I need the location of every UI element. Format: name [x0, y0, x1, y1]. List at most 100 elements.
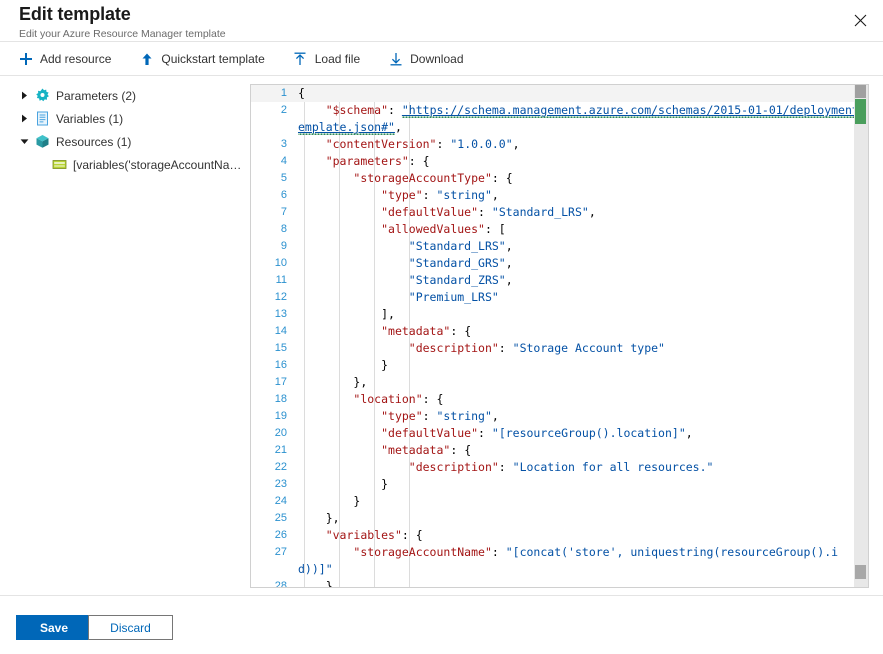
code-line[interactable]: 14 "metadata": {: [251, 323, 868, 340]
code-token: ],: [298, 307, 395, 321]
code-text[interactable]: "location": {: [295, 391, 868, 408]
code-lines[interactable]: 1{2 "$schema": "https://schema.managemen…: [251, 85, 868, 587]
sidebar-item-parameters[interactable]: Parameters (2): [0, 84, 248, 107]
code-line[interactable]: 8 "allowedValues": [: [251, 221, 868, 238]
quickstart-template-label: Quickstart template: [161, 52, 264, 66]
code-line[interactable]: 19 "type": "string",: [251, 408, 868, 425]
template-tree: Parameters (2) Variables (1): [0, 84, 248, 176]
code-text[interactable]: "$schema": "https://schema.management.az…: [295, 102, 868, 136]
code-line[interactable]: 3 "contentVersion": "1.0.0.0",: [251, 136, 868, 153]
code-text[interactable]: "Premium_LRS": [295, 289, 868, 306]
code-token: "location": [353, 392, 422, 406]
code-text[interactable]: }: [295, 578, 868, 587]
code-token: :: [499, 460, 513, 474]
code-line[interactable]: 18 "location": {: [251, 391, 868, 408]
code-text[interactable]: "Standard_GRS",: [295, 255, 868, 272]
sidebar-item-storage-account[interactable]: [variables('storageAccountNam...: [0, 153, 248, 176]
code-token: "[resourceGroup().location]": [492, 426, 686, 440]
code-token: [298, 273, 409, 287]
code-line[interactable]: 5 "storageAccountType": {: [251, 170, 868, 187]
code-line[interactable]: 10 "Standard_GRS",: [251, 255, 868, 272]
code-line[interactable]: 20 "defaultValue": "[resourceGroup().loc…: [251, 425, 868, 442]
editor-scrollbar-thumb[interactable]: [855, 85, 866, 98]
code-text[interactable]: "allowedValues": [: [295, 221, 868, 238]
quickstart-template-button[interactable]: Quickstart template: [139, 42, 274, 75]
discard-button[interactable]: Discard: [88, 615, 173, 640]
code-text[interactable]: "defaultValue": "Standard_LRS",: [295, 204, 868, 221]
chevron-right-icon[interactable]: [18, 89, 31, 102]
sidebar-item-resources[interactable]: Resources (1): [0, 130, 248, 153]
load-file-button[interactable]: Load file: [293, 42, 370, 75]
code-line[interactable]: 11 "Standard_ZRS",: [251, 272, 868, 289]
sidebar-item-variables[interactable]: Variables (1): [0, 107, 248, 130]
code-line[interactable]: 16 }: [251, 357, 868, 374]
line-number: 7: [251, 204, 295, 221]
chevron-down-icon[interactable]: [18, 135, 31, 148]
code-line[interactable]: 7 "defaultValue": "Standard_LRS",: [251, 204, 868, 221]
code-token: : {: [409, 154, 430, 168]
code-token: "allowedValues": [381, 222, 485, 236]
code-text[interactable]: }: [295, 357, 868, 374]
code-line[interactable]: 26 "variables": {: [251, 527, 868, 544]
code-token: "Premium_LRS": [409, 290, 499, 304]
code-line[interactable]: 2 "$schema": "https://schema.management.…: [251, 102, 868, 136]
line-number: 20: [251, 425, 295, 442]
code-text[interactable]: ],: [295, 306, 868, 323]
chevron-right-icon[interactable]: [18, 112, 31, 125]
code-text[interactable]: "metadata": {: [295, 442, 868, 459]
code-token: [298, 409, 381, 423]
add-resource-button[interactable]: Add resource: [18, 42, 121, 75]
editor-vertical-scrollbar[interactable]: [854, 85, 868, 587]
code-text[interactable]: "Standard_LRS",: [295, 238, 868, 255]
code-token: "Standard_ZRS": [409, 273, 506, 287]
download-button[interactable]: Download: [388, 42, 473, 75]
code-line[interactable]: 1{: [251, 85, 868, 102]
line-number: 1: [251, 85, 295, 102]
code-text[interactable]: "variables": {: [295, 527, 868, 544]
code-text[interactable]: "contentVersion": "1.0.0.0",: [295, 136, 868, 153]
code-line[interactable]: 24 }: [251, 493, 868, 510]
code-text[interactable]: "parameters": {: [295, 153, 868, 170]
code-line[interactable]: 12 "Premium_LRS": [251, 289, 868, 306]
code-text[interactable]: "description": "Storage Account type": [295, 340, 868, 357]
code-token: }: [298, 579, 333, 587]
code-text[interactable]: "storageAccountType": {: [295, 170, 868, 187]
code-text[interactable]: "storageAccountName": "[concat('store', …: [295, 544, 868, 578]
code-text[interactable]: },: [295, 374, 868, 391]
code-text[interactable]: "metadata": {: [295, 323, 868, 340]
code-text[interactable]: "type": "string",: [295, 187, 868, 204]
template-code-editor[interactable]: 1{2 "$schema": "https://schema.managemen…: [250, 84, 869, 588]
code-line[interactable]: 27 "storageAccountName": "[concat('store…: [251, 544, 868, 578]
code-line[interactable]: 17 },: [251, 374, 868, 391]
code-line[interactable]: 6 "type": "string",: [251, 187, 868, 204]
code-text[interactable]: "defaultValue": "[resourceGroup().locati…: [295, 425, 868, 442]
code-line[interactable]: 25 },: [251, 510, 868, 527]
code-token: :: [499, 341, 513, 355]
code-line[interactable]: 15 "description": "Storage Account type": [251, 340, 868, 357]
code-text[interactable]: "type": "string",: [295, 408, 868, 425]
code-token: : {: [450, 443, 471, 457]
code-text[interactable]: "description": "Location for all resourc…: [295, 459, 868, 476]
code-token: :: [388, 103, 402, 117]
code-line[interactable]: 23 }: [251, 476, 868, 493]
line-number: 21: [251, 442, 295, 459]
code-text[interactable]: {: [295, 85, 868, 102]
code-text[interactable]: }: [295, 476, 868, 493]
editor-content[interactable]: 1{2 "$schema": "https://schema.managemen…: [251, 85, 868, 587]
parameters-icon: [34, 88, 50, 104]
code-line[interactable]: 9 "Standard_LRS",: [251, 238, 868, 255]
code-token: "string": [437, 188, 492, 202]
code-line[interactable]: 28 }: [251, 578, 868, 587]
code-line[interactable]: 13 ],: [251, 306, 868, 323]
code-token: :: [478, 426, 492, 440]
code-line[interactable]: 22 "description": "Location for all reso…: [251, 459, 868, 476]
code-line[interactable]: 4 "parameters": {: [251, 153, 868, 170]
line-number: 25: [251, 510, 295, 527]
close-button[interactable]: [838, 0, 883, 41]
code-text[interactable]: },: [295, 510, 868, 527]
code-line[interactable]: 21 "metadata": {: [251, 442, 868, 459]
code-text[interactable]: "Standard_ZRS",: [295, 272, 868, 289]
code-token: }: [298, 477, 388, 491]
code-text[interactable]: }: [295, 493, 868, 510]
save-button[interactable]: Save: [16, 615, 92, 640]
